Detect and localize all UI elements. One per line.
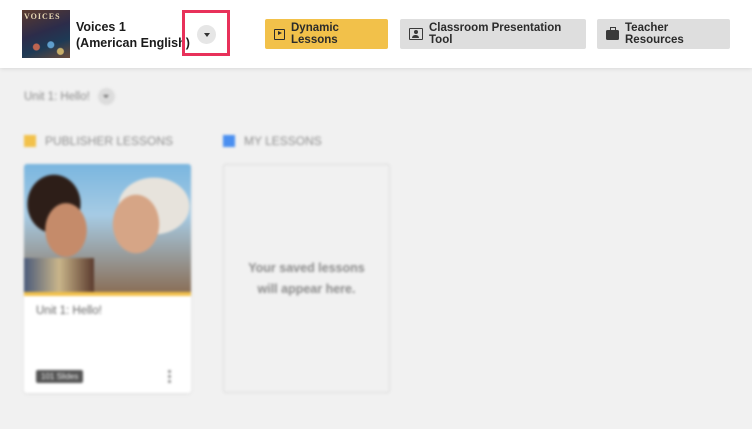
classroom-presentation-tool-button[interactable]: Classroom Presentation Tool — [400, 19, 586, 49]
lesson-accent-bar — [24, 292, 191, 296]
my-lessons-label: MY LESSONS — [244, 134, 322, 148]
chevron-down-icon — [203, 32, 210, 37]
classroom-presentation-tool-label: Classroom Presentation Tool — [429, 22, 562, 46]
empty-state-message: Your saved lessons will appear here. — [248, 260, 365, 296]
app-header: VOICES Voices 1 (American English) Dynam… — [0, 0, 752, 68]
book-title-line2: (American English) — [76, 36, 190, 50]
lesson-thumbnail-image — [24, 164, 191, 292]
briefcase-icon — [606, 27, 619, 40]
unit-title: Unit 1: Hello! — [24, 90, 90, 103]
more-options-icon[interactable] — [168, 370, 171, 383]
publisher-color-swatch — [24, 135, 36, 147]
presenter-icon — [409, 28, 423, 40]
my-lessons-heading: MY LESSONS — [223, 134, 322, 148]
lesson-card[interactable]: Unit 1: Hello! 101 Slides — [24, 164, 191, 393]
more-dot — [168, 375, 171, 378]
book-title: Voices 1 (American English) — [76, 19, 190, 51]
more-dot — [168, 370, 171, 373]
chevron-down-icon — [103, 95, 110, 98]
dynamic-lessons-button[interactable]: Dynamic Lessons — [265, 19, 388, 49]
lesson-thumbnail-detail — [24, 258, 94, 292]
teacher-resources-label: Teacher Resources — [625, 22, 684, 46]
book-title-line1: Voices 1 — [76, 20, 126, 34]
unit-selector[interactable]: Unit 1: Hello! — [24, 88, 115, 105]
lesson-title: Unit 1: Hello! — [36, 305, 102, 317]
publisher-lessons-label: PUBLISHER LESSONS — [45, 134, 174, 148]
unit-dropdown-button[interactable] — [97, 88, 115, 105]
more-dot — [168, 380, 171, 383]
publisher-lessons-heading: PUBLISHER LESSONS — [24, 134, 173, 148]
teacher-resources-button[interactable]: Teacher Resources — [597, 19, 730, 49]
dynamic-lessons-label: Dynamic Lessons — [291, 22, 339, 46]
play-icon — [274, 28, 285, 40]
book-selector-dropdown-button[interactable] — [197, 25, 216, 44]
book-cover-art — [22, 36, 70, 58]
my-lessons-empty-state: Your saved lessons will appear here. — [223, 164, 390, 393]
book-cover-brand: VOICES — [24, 12, 61, 21]
book-cover-thumbnail[interactable]: VOICES — [22, 10, 70, 58]
lessons-content: Unit 1: Hello! PUBLISHER LESSONS MY LESS… — [0, 70, 752, 429]
slides-count-badge: 101 Slides — [36, 370, 84, 383]
my-lessons-color-swatch — [223, 135, 235, 147]
